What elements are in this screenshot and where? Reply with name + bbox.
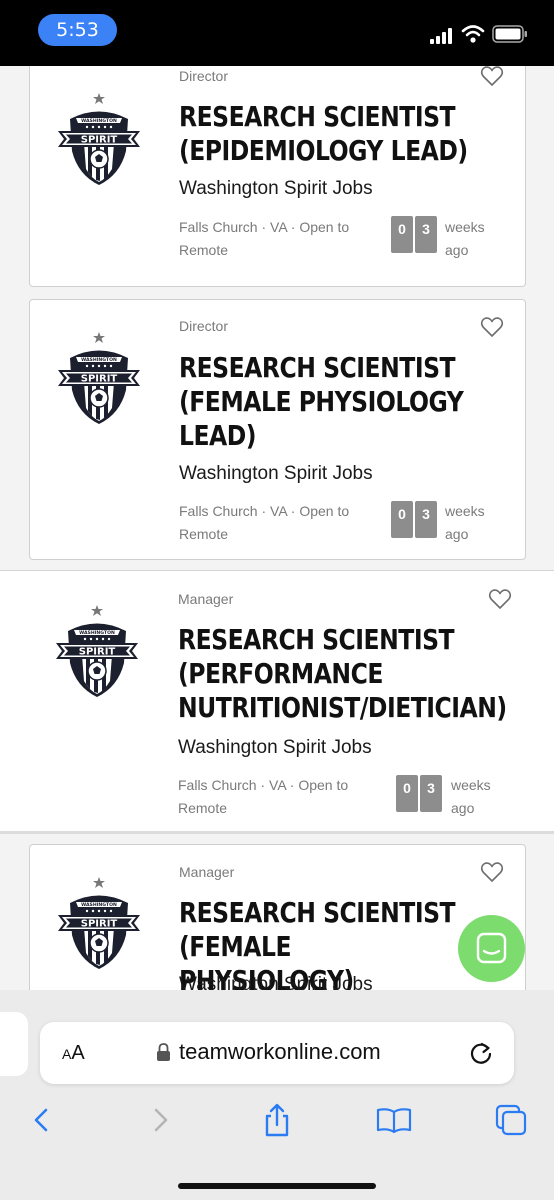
job-category: Director (179, 318, 229, 334)
browser-toolbar: AA teamworkonline.com (0, 990, 554, 1200)
heart-outline-icon[interactable] (480, 861, 504, 883)
job-category: Director (179, 68, 229, 84)
job-list: Director RESEARCH SCIENTIST (EPIDEMIOLOG… (0, 66, 554, 1010)
job-location: Falls Church · VA · Open to Remote (179, 219, 350, 258)
book-icon[interactable] (376, 1102, 412, 1138)
job-company: Washington Spirit Jobs (179, 178, 373, 199)
status-bar: 5:53 (0, 0, 554, 66)
chat-button[interactable] (458, 915, 525, 982)
heart-outline-icon[interactable] (480, 316, 504, 338)
washington-spirit-logo (52, 601, 142, 701)
job-card[interactable]: Manager RESEARCH SCIENTIST (FEMALE PHYSI… (29, 844, 526, 1010)
job-title[interactable]: RESEARCH SCIENTIST (PERFORMANCE NUTRITIO… (178, 623, 507, 725)
age-digit: 0 (391, 216, 413, 253)
tabs-icon[interactable] (493, 1102, 529, 1138)
job-age-unit: weeks ago (445, 503, 485, 542)
job-age-unit: weeks ago (451, 777, 491, 816)
job-category: Manager (178, 591, 234, 607)
share-icon[interactable] (259, 1102, 295, 1138)
job-age-unit: weeks ago (445, 219, 485, 258)
reader-options-button[interactable]: AA (62, 1042, 85, 1065)
job-title[interactable]: RESEARCH SCIENTIST (EPIDEMIOLOGY LEAD) (179, 100, 468, 168)
job-company: Washington Spirit Jobs (179, 463, 373, 484)
job-card[interactable]: Director RESEARCH SCIENTIST (FEMALE PHYS… (29, 299, 526, 560)
job-title[interactable]: RESEARCH SCIENTIST (FEMALE PHYSIOLOGY LE… (179, 351, 464, 453)
cellular-signal-icon (430, 28, 456, 44)
battery-icon (492, 25, 527, 43)
age-digit: 3 (415, 501, 437, 538)
age-digit: 3 (420, 775, 442, 812)
chat-bubble-icon (476, 932, 507, 964)
chevron-right-icon[interactable] (143, 1102, 179, 1138)
chevron-left-icon[interactable] (24, 1102, 60, 1138)
job-company: Washington Spirit Jobs (178, 737, 372, 758)
age-digit: 0 (396, 775, 418, 812)
url-text[interactable]: teamworkonline.com (179, 1039, 381, 1065)
age-digit: 3 (415, 216, 437, 253)
status-time[interactable]: 5:53 (38, 14, 117, 46)
lock-icon (157, 1043, 170, 1061)
washington-spirit-logo (54, 89, 144, 189)
age-digit: 0 (391, 501, 413, 538)
washington-spirit-logo (54, 873, 144, 973)
washington-spirit-logo (54, 328, 144, 428)
wifi-icon (461, 25, 485, 43)
job-location: Falls Church · VA · Open to Remote (179, 503, 350, 542)
heart-outline-icon[interactable] (488, 588, 512, 610)
previous-tab-preview[interactable] (0, 1012, 28, 1076)
reload-icon[interactable] (468, 1040, 494, 1066)
home-indicator[interactable] (178, 1183, 376, 1189)
job-category: Manager (179, 864, 235, 880)
heart-outline-icon[interactable] (480, 66, 504, 87)
job-card[interactable]: Director RESEARCH SCIENTIST (EPIDEMIOLOG… (29, 66, 526, 287)
job-location: Falls Church · VA · Open to Remote (178, 777, 349, 816)
job-card[interactable]: Manager RESEARCH SCIENTIST (PERFORMANCE … (0, 570, 554, 834)
address-bar[interactable]: AA teamworkonline.com (40, 1022, 514, 1084)
